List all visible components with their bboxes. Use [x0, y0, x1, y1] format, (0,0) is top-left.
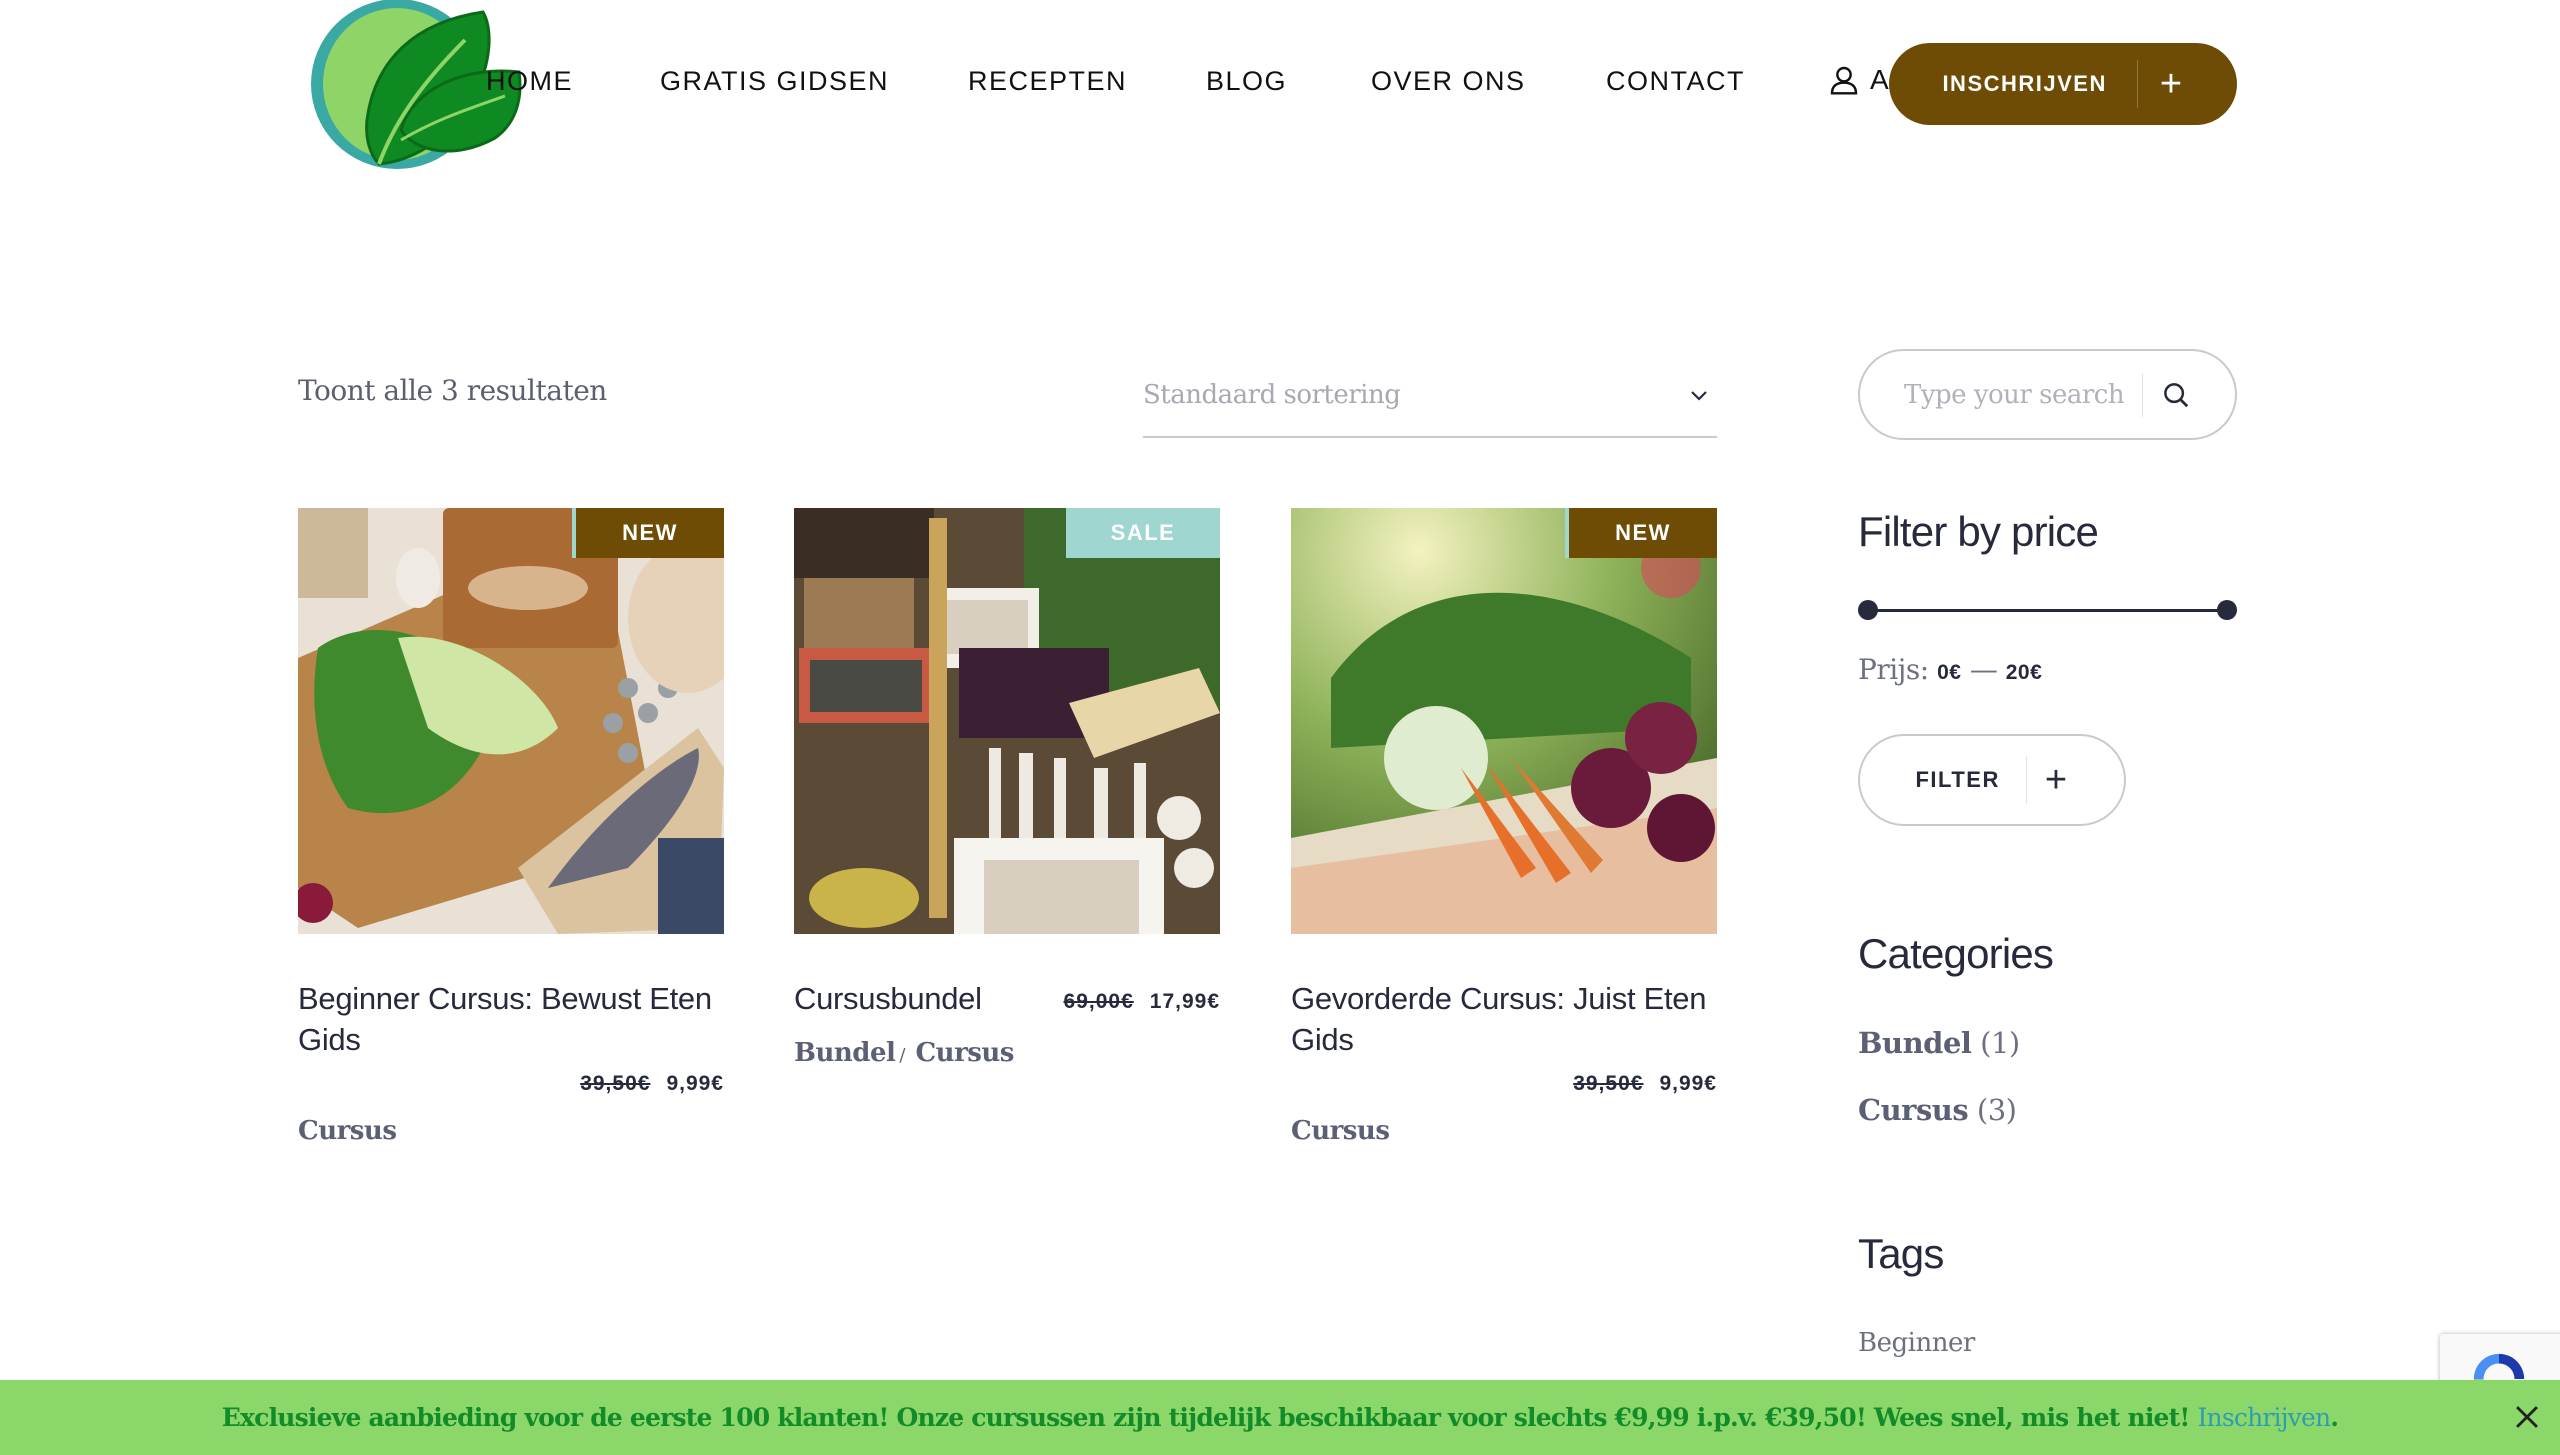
price-range-label: Prijs: 0€ — 20€: [1858, 653, 2042, 686]
promo-banner: Exclusieve aanbieding voor de eerste 100…: [0, 1380, 2560, 1455]
price-range-slider[interactable]: [1858, 600, 2237, 620]
product-photo-market: [794, 508, 1220, 934]
product-image[interactable]: SALE: [794, 508, 1220, 934]
chevron-down-icon: [1691, 391, 1707, 401]
account-label: A: [1870, 64, 1889, 95]
product-image[interactable]: NEW: [1291, 508, 1717, 934]
nav-gratis-gidsen[interactable]: GRATIS GIDSEN: [660, 66, 889, 97]
inschrijven-label: INSCHRIJVEN: [1942, 71, 2107, 96]
sort-selected-value: Standaard sortering: [1143, 380, 1401, 410]
price-filter-title: Filter by price: [1858, 508, 2099, 555]
sort-select[interactable]: Standaard sortering: [1143, 370, 1717, 438]
old-price: 39,50€: [1573, 1072, 1644, 1095]
product-categories: Cursus: [1291, 1116, 1390, 1146]
category-separator: /: [899, 1045, 906, 1066]
nav-contact[interactable]: CONTACT: [1606, 66, 1745, 97]
result-count: Toont alle 3 resultaten: [298, 374, 607, 407]
search-input[interactable]: [1904, 379, 2134, 410]
nav-recepten[interactable]: RECEPTEN: [968, 66, 1127, 97]
product-photo-vegetables: [1291, 508, 1717, 934]
product-price: 39,50€ 9,99€: [1573, 1072, 1717, 1096]
categories-title: Categories: [1858, 930, 2054, 977]
product-card: NEW Beginner Cursus: Bewust Eten Gids 39…: [298, 508, 724, 1146]
product-categories: Cursus: [298, 1116, 397, 1146]
search-box: [1858, 349, 2237, 440]
category-link[interactable]: Bundel: [794, 1038, 896, 1068]
product-price: 39,50€ 9,99€: [580, 1072, 724, 1096]
old-price: 39,50€: [580, 1072, 651, 1095]
button-divider: [2025, 756, 2027, 804]
category-count: (3): [1976, 1093, 2017, 1127]
sale-price: 17,99€: [1149, 990, 1220, 1013]
banner-close-button[interactable]: [2510, 1400, 2544, 1434]
category-item: Bundel (1): [1858, 1026, 2020, 1060]
product-image[interactable]: NEW: [298, 508, 724, 934]
inschrijven-button[interactable]: INSCHRIJVEN +: [1889, 43, 2237, 125]
banner-message: Exclusieve aanbieding voor de eerste 100…: [221, 1403, 2339, 1432]
price-max: 20€: [2005, 661, 2043, 684]
product-card: SALE Cursusbundel 69,00€ 17,99€ Bundel / Cu…: [794, 508, 1220, 1068]
sale-badge: SALE: [1066, 508, 1220, 558]
tags-title: Tags: [1858, 1230, 1944, 1277]
banner-suffix: .: [2330, 1403, 2339, 1432]
product-title[interactable]: Gevorderde Cursus: Juist Eten Gids: [1291, 978, 1717, 1060]
filter-label: FILTER: [1915, 767, 2000, 792]
banner-signup-link[interactable]: Inschrijven: [2197, 1403, 2331, 1432]
product-photo-ingredients: [298, 508, 724, 934]
category-link[interactable]: Cursus: [1291, 1116, 1390, 1146]
product-title[interactable]: Beginner Cursus: Bewust Eten Gids: [298, 978, 724, 1060]
plus-icon: +: [2044, 759, 2069, 801]
category-link[interactable]: Bundel: [1858, 1026, 1972, 1060]
product-price: 69,00€ 17,99€: [1064, 990, 1220, 1014]
slider-track: [1868, 609, 2227, 612]
slider-handle-max[interactable]: [2217, 600, 2237, 620]
product-card: NEW Gevorderde Cursus: Juist Eten Gids 3…: [1291, 508, 1717, 1146]
product-categories: Bundel / Cursus: [794, 1038, 1014, 1068]
new-badge: NEW: [1565, 508, 1717, 558]
price-min: 0€: [1937, 661, 1962, 684]
price-dash: —: [1969, 653, 1998, 686]
new-badge: NEW: [572, 508, 724, 558]
account-link[interactable]: A: [1828, 64, 1889, 96]
sale-price: 9,99€: [1659, 1072, 1717, 1095]
category-link[interactable]: Cursus: [915, 1038, 1014, 1068]
category-count: (1): [1980, 1026, 2020, 1060]
close-icon: [2516, 1406, 2538, 1428]
nav-blog[interactable]: BLOG: [1206, 66, 1287, 97]
sale-price: 9,99€: [666, 1072, 724, 1095]
product-title[interactable]: Cursusbundel: [794, 978, 982, 1019]
button-divider: [2136, 60, 2138, 108]
category-item: Cursus (3): [1858, 1093, 2017, 1127]
filter-button[interactable]: FILTER +: [1858, 734, 2126, 826]
price-label: Prijs:: [1858, 653, 1929, 686]
old-price: 69,00€: [1063, 990, 1134, 1013]
search-divider: [2142, 372, 2143, 417]
banner-text: Exclusieve aanbieding voor de eerste 100…: [221, 1403, 2198, 1432]
category-link[interactable]: Cursus: [298, 1116, 397, 1146]
nav-over-ons[interactable]: OVER ONS: [1371, 66, 1526, 97]
plus-icon: +: [2159, 63, 2184, 105]
tag-link[interactable]: Beginner: [1858, 1328, 1975, 1358]
category-link[interactable]: Cursus: [1858, 1093, 1969, 1127]
nav-home[interactable]: HOME: [486, 66, 573, 97]
slider-handle-min[interactable]: [1858, 600, 1878, 620]
user-icon: [1830, 66, 1858, 95]
search-icon[interactable]: [2161, 380, 2191, 410]
